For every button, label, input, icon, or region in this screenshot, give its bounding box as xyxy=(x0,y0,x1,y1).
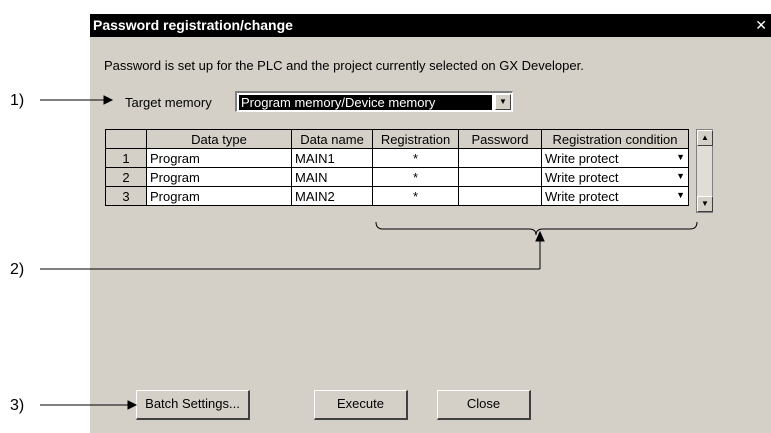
registration-condition-select[interactable]: Write protect ▼ xyxy=(541,186,689,206)
column-header-data-name: Data name xyxy=(291,129,373,149)
column-header-password: Password xyxy=(458,129,542,149)
column-header-data-type: Data type xyxy=(146,129,292,149)
dialog-title: Password registration/change xyxy=(93,17,293,33)
data-type-cell: Program xyxy=(146,148,292,168)
data-name-cell: MAIN xyxy=(291,167,373,187)
password-table: Data type Data name Registration Passwor… xyxy=(105,129,689,206)
callout-2-label: 2) xyxy=(10,261,25,278)
password-dialog: Password registration/change ✕ Password … xyxy=(90,14,771,433)
column-header-number xyxy=(105,129,147,149)
row-number: 3 xyxy=(105,186,147,206)
brace-path xyxy=(375,222,698,236)
target-memory-value: Program memory/Device memory xyxy=(239,95,492,110)
password-input[interactable] xyxy=(458,186,542,206)
batch-settings-button[interactable]: Batch Settings... xyxy=(136,390,250,420)
data-type-cell: Program xyxy=(146,167,292,187)
registration-cell[interactable]: * xyxy=(372,186,459,206)
registration-condition-value: Write protect xyxy=(545,188,619,204)
table-row[interactable]: 1 Program MAIN1 * Write protect ▼ xyxy=(105,148,689,168)
password-input[interactable] xyxy=(458,148,542,168)
chevron-down-icon[interactable]: ▼ xyxy=(495,94,511,110)
column-header-registration-condition: Registration condition xyxy=(541,129,689,149)
data-name-cell: MAIN2 xyxy=(291,186,373,206)
registration-condition-select[interactable]: Write protect ▼ xyxy=(541,148,689,168)
scroll-down-icon[interactable]: ▼ xyxy=(697,196,713,212)
data-name-cell: MAIN1 xyxy=(291,148,373,168)
registration-cell[interactable]: * xyxy=(372,167,459,187)
chevron-down-icon[interactable]: ▼ xyxy=(676,171,685,181)
chevron-down-icon[interactable]: ▼ xyxy=(676,190,685,200)
dialog-description: Password is set up for the PLC and the p… xyxy=(104,58,584,73)
chevron-down-icon[interactable]: ▼ xyxy=(676,152,685,162)
registration-condition-select[interactable]: Write protect ▼ xyxy=(541,167,689,187)
execute-button[interactable]: Execute xyxy=(314,390,408,420)
table-vertical-scrollbar[interactable]: ▲ ▼ xyxy=(696,129,713,213)
table-header-row: Data type Data name Registration Passwor… xyxy=(105,129,689,149)
scroll-up-icon[interactable]: ▲ xyxy=(697,130,713,146)
callout-3-label: 3) xyxy=(10,397,25,414)
registration-condition-value: Write protect xyxy=(545,169,619,185)
password-input[interactable] xyxy=(458,167,542,187)
dialog-titlebar: Password registration/change ✕ xyxy=(90,14,771,37)
registration-cell[interactable]: * xyxy=(372,148,459,168)
row-number: 2 xyxy=(105,167,147,187)
table-row[interactable]: 2 Program MAIN * Write protect ▼ xyxy=(105,167,689,187)
target-memory-label: Target memory xyxy=(125,95,212,110)
data-type-cell: Program xyxy=(146,186,292,206)
column-header-registration: Registration xyxy=(372,129,459,149)
registration-condition-value: Write protect xyxy=(545,150,619,166)
target-memory-select[interactable]: Program memory/Device memory ▼ xyxy=(235,91,513,112)
table-row[interactable]: 3 Program MAIN2 * Write protect ▼ xyxy=(105,186,689,206)
close-icon[interactable]: ✕ xyxy=(755,14,767,37)
callout-1-label: 1) xyxy=(10,92,25,109)
columns-brace xyxy=(375,222,698,236)
row-number: 1 xyxy=(105,148,147,168)
close-button[interactable]: Close xyxy=(437,390,531,420)
